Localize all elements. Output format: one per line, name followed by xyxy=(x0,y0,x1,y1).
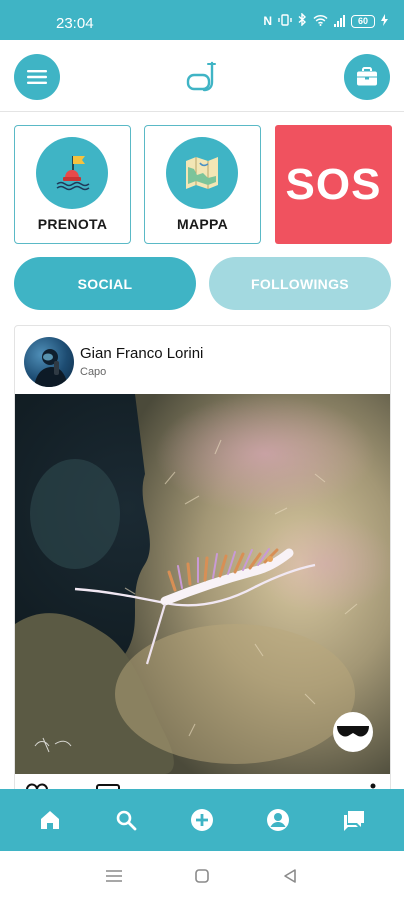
home-square-icon xyxy=(195,868,209,883)
post-author-role: Capo xyxy=(80,366,107,378)
home-system-button[interactable] xyxy=(187,861,217,891)
briefcase-button[interactable] xyxy=(344,54,390,100)
status-time: 23:04 xyxy=(56,15,94,32)
map-icon xyxy=(186,157,218,189)
map-tile-circle xyxy=(166,137,238,209)
hamburger-menu-icon xyxy=(27,70,47,84)
book-tile-circle xyxy=(36,137,108,209)
nav-chat[interactable] xyxy=(332,798,376,842)
charging-icon xyxy=(381,13,388,29)
status-bar: 23:04 N 60 xyxy=(0,0,404,40)
underwater-nudibranch-photo[interactable] xyxy=(15,394,391,774)
vibrate-icon xyxy=(278,13,292,29)
system-nav-bar xyxy=(0,851,404,900)
nav-home[interactable] xyxy=(28,798,72,842)
bottom-nav xyxy=(0,789,404,851)
signal-icon xyxy=(334,15,345,27)
recents-icon xyxy=(106,869,122,882)
chat-icon xyxy=(344,811,364,831)
map-tile-label: MAPPA xyxy=(176,216,229,232)
nfc-icon: N xyxy=(263,14,272,28)
profile-icon xyxy=(267,809,289,831)
back-triangle-icon xyxy=(284,868,296,883)
nav-profile[interactable] xyxy=(256,798,300,842)
add-circle-icon xyxy=(191,809,213,831)
post-author[interactable]: Gian Franco Lorini xyxy=(80,345,203,362)
post-card: Gian Franco Lorini Capo xyxy=(14,325,391,805)
back-button[interactable] xyxy=(275,861,305,891)
briefcase-icon xyxy=(357,67,377,86)
goggles-badge xyxy=(333,712,373,752)
snorkel-mask-logo xyxy=(186,61,216,92)
wifi-icon xyxy=(313,14,328,29)
map-tile[interactable]: MAPPA xyxy=(144,125,261,244)
battery-level: 60 xyxy=(357,16,368,26)
sos-button[interactable]: SOS xyxy=(275,125,392,244)
menu-button[interactable] xyxy=(14,54,60,100)
buoy-flag-icon xyxy=(56,156,90,191)
home-icon xyxy=(41,811,59,829)
app-bar xyxy=(0,40,404,112)
nav-search[interactable] xyxy=(104,798,148,842)
book-tile[interactable]: PRENOTA xyxy=(14,125,131,244)
book-tile-label: PRENOTA xyxy=(37,216,108,232)
recents-button[interactable] xyxy=(99,861,129,891)
avatar[interactable] xyxy=(24,337,74,387)
tab-social[interactable]: SOCIAL xyxy=(14,257,196,310)
nav-add[interactable] xyxy=(180,798,224,842)
search-icon xyxy=(116,810,137,831)
tab-followings[interactable]: FOLLOWINGS xyxy=(209,257,391,310)
bluetooth-icon xyxy=(298,12,307,29)
system-icons: N 60 xyxy=(263,12,388,29)
battery-icon: 60 xyxy=(351,14,375,28)
